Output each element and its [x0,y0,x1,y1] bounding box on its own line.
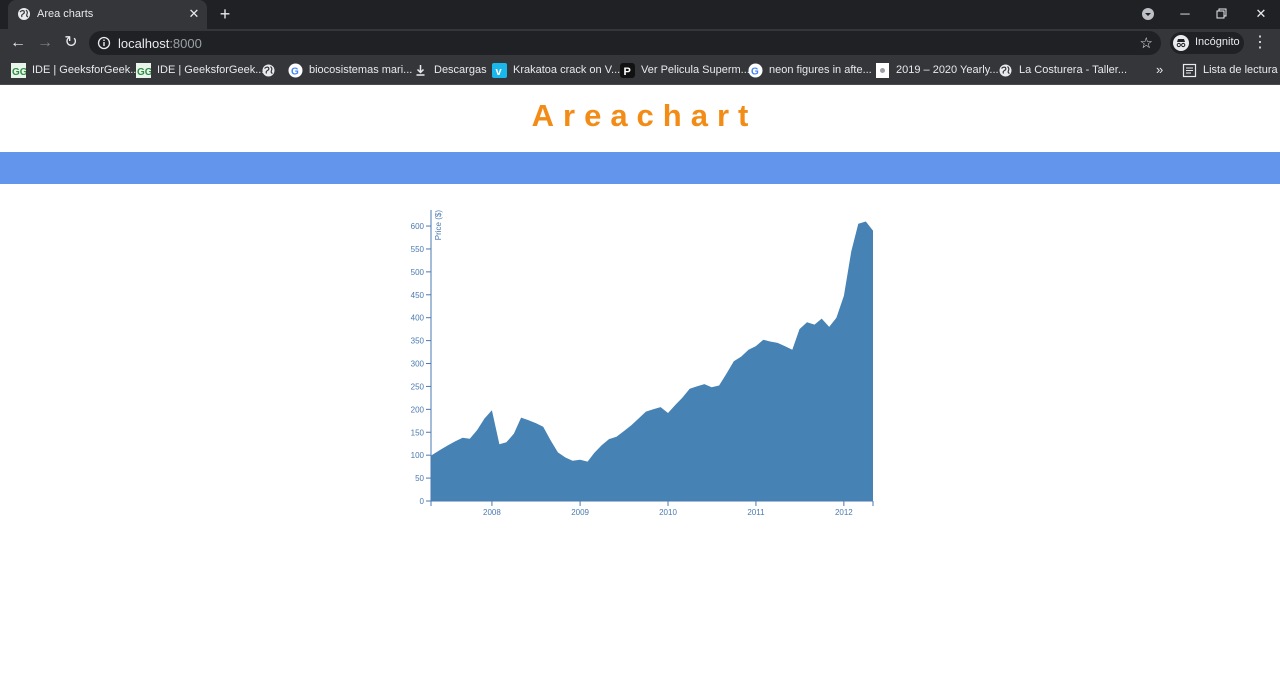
url-host: localhost [118,36,170,51]
svg-text:P: P [624,66,631,78]
url-port: :8000 [169,36,202,51]
y-tick-label: 300 [411,360,425,369]
x-tick-label: 2012 [835,508,853,517]
doc-icon [876,63,889,78]
x-axis: 2008 2009 2010 2011 2012 [430,500,874,517]
info-icon[interactable] [97,36,111,50]
google-icon: G [748,63,763,78]
gfg-icon: GG [136,63,151,78]
y-tick-label: 450 [411,291,425,300]
x-tick-label: 2011 [747,508,765,517]
minimize-icon[interactable]: ─ [1176,4,1194,24]
globe-icon [18,8,30,20]
reading-list-icon [1182,63,1197,78]
gfg-icon: GG [11,63,26,78]
y-tick-label: 150 [411,428,425,437]
tab-close-icon[interactable]: ✕ [186,6,202,22]
tab-title: Area charts [37,8,94,20]
price-area [431,221,873,501]
close-window-icon[interactable]: ✕ [1252,4,1270,24]
y-tick-label: 250 [411,382,425,391]
svg-text:v: v [496,66,503,78]
header-band [0,152,1280,184]
globe-icon [999,64,1012,77]
x-tick-label: 2010 [659,508,677,517]
y-tick-label: 50 [415,474,424,483]
globe-icon [262,64,275,77]
p-icon: P [620,63,635,78]
y-tick-label: 350 [411,337,425,346]
google-icon: G [288,63,303,78]
y-tick-label: 500 [411,268,425,277]
profile-label: Incógnito [1195,36,1240,48]
svg-text:GG: GG [12,67,26,78]
incognito-profile-button[interactable]: Incógnito [1170,32,1244,54]
y-tick-label: 100 [411,451,425,460]
bookmarks-overflow-icon[interactable]: » [1156,62,1163,77]
y-tick-label: 200 [411,405,425,414]
reload-icon[interactable]: ↻ [61,33,81,53]
y-tick-label: 400 [411,314,425,323]
y-tick-label: 0 [420,497,425,506]
page-title: Areachart [531,98,758,133]
incognito-icon [1173,35,1189,51]
address-bar[interactable]: localhost:8000 ☆ [89,31,1161,55]
svg-text:G: G [751,67,759,78]
kebab-menu-icon[interactable]: ⋮ [1252,33,1268,53]
url-text[interactable]: localhost:8000 [118,36,202,51]
svg-text:G: G [291,67,299,78]
x-tick-label: 2008 [483,508,501,517]
y-axis-label: Price ($) [434,210,443,241]
y-tick-label: 550 [411,245,425,254]
restore-icon[interactable] [1216,8,1228,20]
browser-tab[interactable]: Area charts ✕ [8,0,207,29]
browser-toolbar: ← → ↻ localhost:8000 ☆ Incógnito ⋮ [0,29,1280,57]
svg-text:GG: GG [137,67,151,78]
tab-strip: Area charts ✕ + ─ ✕ [0,0,1280,29]
bookmark-star-icon[interactable]: ☆ [1140,34,1153,52]
y-tick-label: 600 [411,222,425,231]
plus-icon[interactable]: + [216,5,234,23]
forward-icon[interactable]: → [35,33,55,53]
download-icon [416,65,425,76]
tab-search-icon[interactable] [1140,6,1156,22]
vimeo-icon: v [492,63,507,78]
x-tick-label: 2009 [571,508,589,517]
back-icon[interactable]: ← [8,33,28,53]
y-axis: 0 50 100 150 200 250 300 350 400 450 500 550 600 [411,210,432,506]
bookmarks-bar: GG IDE | GeeksforGeek... GG IDE | Geeksf… [0,57,1280,85]
